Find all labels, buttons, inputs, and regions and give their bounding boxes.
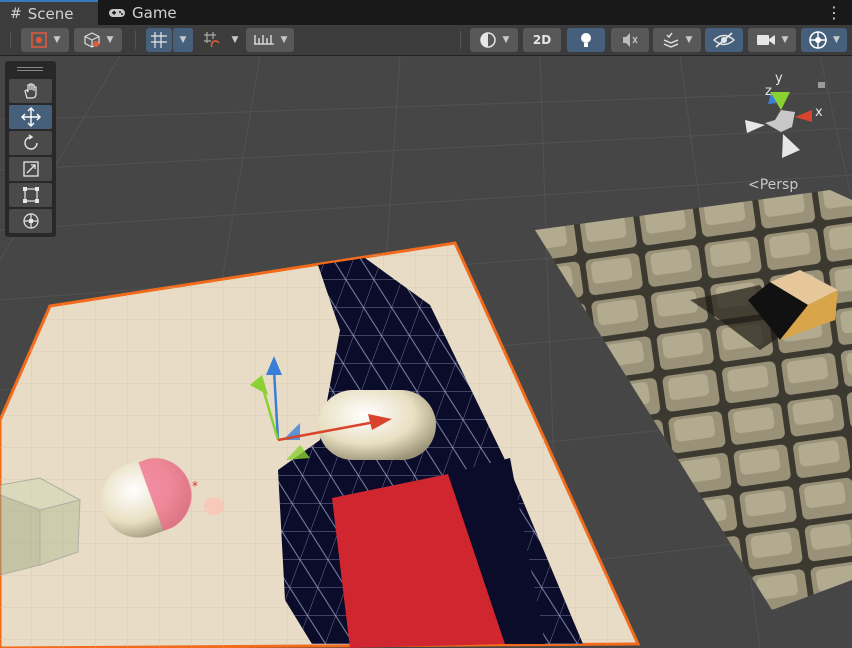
draw-mode-dropdown[interactable]: ▼	[21, 28, 69, 52]
rotate-icon	[23, 134, 38, 150]
eye-hidden-icon	[713, 32, 735, 48]
gizmo-axis-y-label: y	[775, 71, 783, 86]
camera-icon	[756, 35, 775, 45]
gizmo-globe-icon	[809, 31, 827, 49]
move-arrows-icon	[20, 107, 41, 127]
ruler-icon	[253, 35, 274, 45]
tab-scene-label: Scene	[27, 4, 74, 23]
layers-effects-icon	[663, 32, 678, 48]
effects-dropdown[interactable]: ▼	[653, 28, 701, 52]
scale-icon	[22, 161, 39, 177]
move-tool-button[interactable]	[9, 105, 52, 129]
rect-transform-icon	[22, 187, 39, 203]
grid-snap-toggle[interactable]	[146, 28, 172, 52]
shading-mode-dropdown[interactable]: ▼	[74, 28, 122, 52]
scale-tool-button[interactable]	[9, 157, 52, 181]
gizmo-axis-x-label: x	[815, 105, 823, 120]
orientation-sphere-icon	[479, 32, 496, 48]
speaker-muted-icon	[623, 33, 638, 47]
grid-hash-icon: #	[10, 5, 22, 22]
2d-toggle-button[interactable]: 2D	[523, 28, 561, 52]
gizmo-axis-z-label: z	[765, 84, 772, 99]
increment-snap-icon	[204, 32, 220, 48]
audio-toggle-button[interactable]	[611, 28, 649, 52]
grid-snap-icon	[151, 32, 167, 48]
gizmos-dropdown[interactable]: ▼	[801, 28, 847, 52]
toolbar-separator	[135, 31, 136, 49]
light-bulb-icon	[581, 33, 591, 47]
more-options-icon[interactable]: ⋮	[826, 3, 842, 22]
projection-label: Persp	[759, 177, 799, 193]
grid-snap-dropdown[interactable]: ▼	[173, 28, 193, 52]
tab-game[interactable]: Game	[108, 0, 177, 25]
toolbar-grip	[10, 31, 11, 49]
camera-settings-dropdown[interactable]: ▼	[748, 28, 796, 52]
lighting-toggle-button[interactable]	[567, 28, 605, 52]
tab-game-label: Game	[132, 3, 177, 22]
transform-icon	[22, 213, 39, 229]
gamepad-icon	[109, 8, 125, 17]
lock-icon	[818, 82, 825, 88]
toolbar-separator	[460, 31, 461, 49]
hand-icon	[23, 83, 37, 99]
increment-snap-dropdown[interactable]: ▼	[227, 28, 243, 52]
hand-tool-button[interactable]	[9, 79, 52, 103]
tab-bar: # Scene Game ⋮	[0, 0, 852, 25]
svg-text:*: *	[192, 479, 198, 493]
draw-mode-icon	[30, 32, 47, 48]
transform-tool-button[interactable]	[9, 209, 52, 233]
scene-toolbar: ▼ ▼ ▼ ▼ ▼ ▼ 2D ▼ ▼ ▼	[0, 25, 852, 56]
overlay-grip[interactable]	[17, 67, 43, 71]
shading-cube-icon	[83, 32, 100, 48]
snap-settings-dropdown[interactable]: ▼	[246, 28, 294, 52]
hidden-objects-toggle[interactable]	[705, 28, 743, 52]
tools-overlay	[5, 61, 56, 237]
scene-viewport[interactable]: * y x z	[0, 56, 852, 648]
projection-toggle[interactable]: <Persp	[748, 177, 798, 193]
chevron-left-icon: <	[748, 177, 760, 193]
rect-tool-button[interactable]	[9, 183, 52, 207]
orientation-dropdown[interactable]: ▼	[470, 28, 518, 52]
increment-snap-toggle[interactable]	[198, 28, 226, 52]
rotate-tool-button[interactable]	[9, 131, 52, 155]
tab-scene[interactable]: # Scene	[0, 0, 98, 25]
